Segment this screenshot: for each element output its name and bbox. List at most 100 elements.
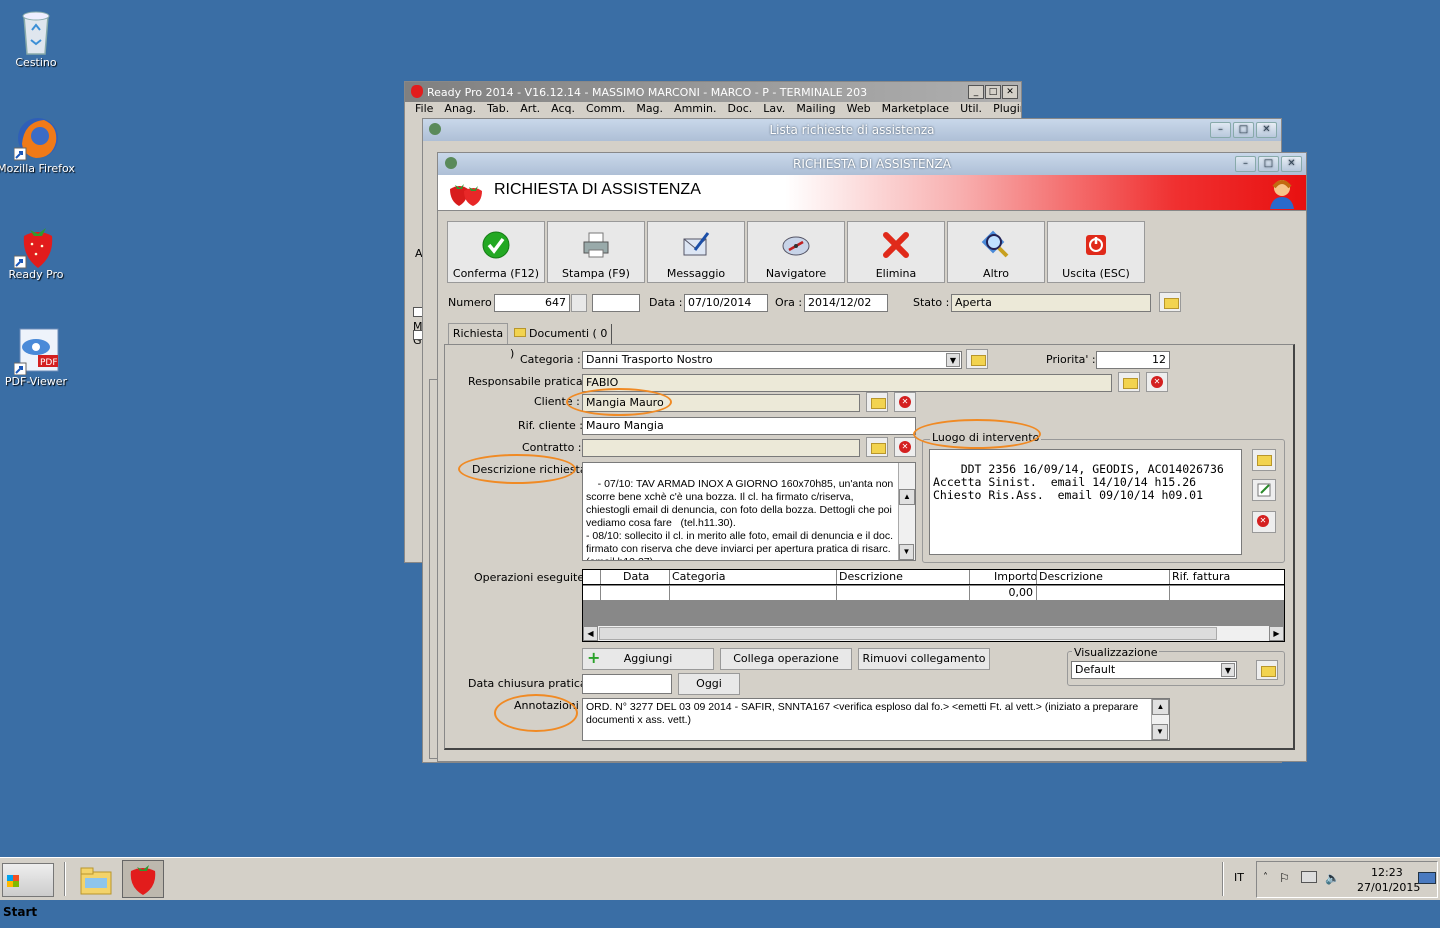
grid-col-descrizione-2[interactable]: Descrizione (1039, 570, 1103, 584)
numero-field[interactable]: 647 (494, 294, 570, 312)
responsabile-clear-button[interactable] (1146, 372, 1168, 392)
menu-item-8[interactable]: Doc. (728, 102, 753, 115)
language-indicator[interactable]: IT (1234, 871, 1244, 884)
aggiungi-button[interactable]: + Aggiungi (582, 648, 714, 670)
menu-item-0[interactable]: File (415, 102, 433, 115)
print-button[interactable]: Stampa (F9) (547, 221, 645, 283)
grid-horizontal-scrollbar[interactable]: ◀ ▶ (583, 625, 1284, 641)
scroll-right-icon[interactable]: ▶ (1269, 626, 1284, 641)
numero-suffix-field[interactable] (592, 294, 640, 312)
grid-col-descrizione[interactable]: Descrizione (839, 570, 903, 584)
message-button[interactable]: Messaggio (647, 221, 745, 283)
close-button[interactable]: ✕ (1002, 85, 1018, 99)
menu-item-9[interactable]: Lav. (763, 102, 785, 115)
menu-item-6[interactable]: Mag. (636, 102, 663, 115)
navigator-button[interactable]: Navigatore (747, 221, 845, 283)
stato-folder-button[interactable] (1159, 292, 1181, 312)
luogo-folder-button[interactable] (1252, 449, 1276, 471)
close-button[interactable]: ✕ (1281, 156, 1302, 172)
scroll-thumb[interactable] (599, 627, 1217, 640)
minimize-button[interactable]: – (1210, 122, 1231, 138)
menu-item-13[interactable]: Util. (960, 102, 982, 115)
exit-button[interactable]: Uscita (ESC) (1047, 221, 1145, 283)
desktop-icon-pdf-viewer[interactable]: PDF PDF-Viewer (0, 327, 76, 388)
clock-date[interactable]: 27/01/2015 (1357, 881, 1420, 894)
confirm-button[interactable]: Conferma (F12) (447, 221, 545, 283)
visualizzazione-folder-button[interactable] (1256, 660, 1278, 680)
show-desktop-button[interactable] (1418, 872, 1436, 884)
maximize-button[interactable]: □ (1233, 122, 1254, 138)
speaker-muted-icon[interactable]: 🔈 (1325, 871, 1340, 885)
responsabile-folder-button[interactable] (1118, 372, 1140, 392)
list-window-titlebar[interactable]: Lista richieste di assistenza – □ ✕ (423, 119, 1281, 141)
other-button[interactable]: Altro (947, 221, 1045, 283)
luogo-clear-button[interactable] (1252, 511, 1276, 533)
dialog-titlebar[interactable]: RICHIESTA DI ASSISTENZA – □ ✕ (438, 153, 1306, 175)
ora-field[interactable]: 2014/12/02 (804, 294, 888, 312)
main-window-titlebar[interactable]: Ready Pro 2014 - V16.12.14 - MASSIMO MAR… (405, 82, 1021, 102)
taskbar-ready-pro-button[interactable] (122, 860, 164, 898)
taskbar-explorer-button[interactable] (76, 862, 116, 898)
categoria-select[interactable]: Danni Trasporto Nostro ▼ (582, 351, 962, 369)
close-button[interactable]: ✕ (1256, 122, 1277, 138)
chevron-up-icon[interactable]: ˄ (1263, 872, 1268, 883)
network-icon[interactable] (1301, 871, 1317, 883)
luogo-edit-button[interactable] (1252, 479, 1276, 501)
maximize-button[interactable]: □ (1258, 156, 1279, 172)
menu-item-12[interactable]: Marketplace (882, 102, 949, 115)
delete-button[interactable]: Elimina (847, 221, 945, 283)
contratto-folder-button[interactable] (866, 437, 888, 457)
responsabile-field[interactable]: FABIO (582, 374, 1112, 392)
visualizzazione-select[interactable]: Default ▼ (1071, 661, 1237, 679)
descrizione-textarea[interactable]: - 07/10: TAV ARMAD INOX A GIORNO 160x70h… (582, 462, 916, 561)
scroll-up-icon[interactable]: ▲ (1152, 699, 1169, 715)
menu-item-4[interactable]: Acq. (551, 102, 575, 115)
scroll-up-icon[interactable]: ▲ (899, 489, 915, 505)
menu-item-10[interactable]: Mailing (796, 102, 835, 115)
table-row[interactable]: 0,00 (583, 586, 1284, 601)
menu-item-5[interactable]: Comm. (586, 102, 625, 115)
menu-item-3[interactable]: Art. (520, 102, 540, 115)
data-field[interactable]: 07/10/2014 (684, 294, 768, 312)
luogo-textarea[interactable]: DDT 2356 16/09/14, GEODIS, ACO14026736 A… (929, 449, 1242, 555)
categoria-folder-button[interactable] (966, 349, 988, 369)
priorita-field[interactable]: 12 (1096, 351, 1170, 369)
annotazioni-textarea[interactable]: ORD. N° 3277 DEL 03 09 2014 - SAFIR, SNN… (582, 698, 1170, 741)
descrizione-scrollbar[interactable]: ▲ ▼ (898, 463, 915, 560)
rif-cliente-field[interactable]: Mauro Mangia (582, 417, 916, 435)
desktop-icon-ready-pro[interactable]: Ready Pro (0, 220, 76, 281)
scroll-down-icon[interactable]: ▼ (899, 544, 914, 560)
collega-operazione-button[interactable]: Collega operazione (720, 648, 852, 670)
data-chiusura-field[interactable] (582, 674, 672, 694)
chevron-down-icon[interactable]: ▼ (946, 353, 960, 367)
maximize-button[interactable]: □ (985, 85, 1001, 99)
menu-item-1[interactable]: Anag. (444, 102, 476, 115)
scroll-left-icon[interactable]: ◀ (583, 626, 598, 641)
stato-field[interactable]: Aperta (951, 294, 1151, 312)
desktop-icon-recycle-bin[interactable]: Cestino (0, 8, 76, 69)
start-button[interactable]: Start (2, 863, 54, 919)
tab-richiesta[interactable]: Richiesta (448, 323, 508, 345)
scroll-down-icon[interactable]: ▼ (1152, 724, 1168, 740)
cliente-folder-button[interactable] (866, 392, 888, 412)
clock-time[interactable]: 12:23 (1371, 866, 1403, 879)
grid-col-importo[interactable]: Importo (994, 570, 1037, 584)
contratto-clear-button[interactable] (894, 437, 916, 457)
chevron-down-icon[interactable]: ▼ (1221, 663, 1235, 677)
contratto-field[interactable] (582, 439, 860, 457)
desktop-icon-firefox[interactable]: Mozilla Firefox (0, 114, 76, 175)
tab-documenti[interactable]: Documenti ( 0 ) (510, 324, 612, 360)
menu-item-7[interactable]: Ammin. (674, 102, 716, 115)
annotazioni-scrollbar[interactable]: ▲ ▼ (1151, 699, 1169, 740)
minimize-button[interactable]: _ (968, 85, 984, 99)
oggi-button[interactable]: Oggi (678, 673, 740, 695)
grid-col-categoria[interactable]: Categoria (672, 570, 726, 584)
grid-col-data[interactable]: Data (623, 570, 649, 584)
minimize-button[interactable]: – (1235, 156, 1256, 172)
cliente-clear-button[interactable] (894, 392, 916, 412)
menu-item-11[interactable]: Web (847, 102, 871, 115)
grid-col-rif-fattura[interactable]: Rif. fattura (1172, 570, 1230, 584)
menu-item-2[interactable]: Tab. (487, 102, 509, 115)
menu-item-14[interactable]: Plugin (993, 102, 1021, 115)
flag-icon[interactable]: ⚐ (1279, 871, 1290, 885)
